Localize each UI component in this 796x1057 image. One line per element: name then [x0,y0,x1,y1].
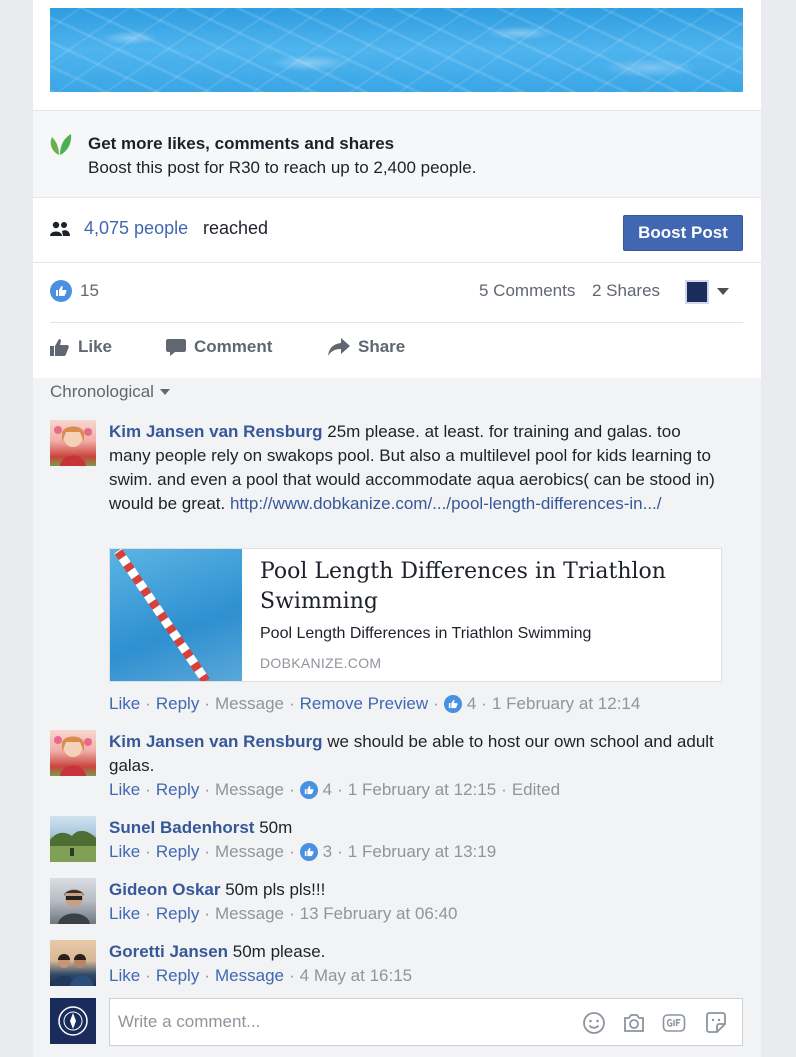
comment-body: Gideon Oskar 50m pls pls!!! [109,878,721,902]
like-reaction-icon[interactable] [50,280,72,302]
comment-reply-link[interactable]: Reply [156,904,199,924]
comment-meta: Like · Reply · Message · 3 · 1 February at 1… [109,842,497,862]
comment-message-link[interactable]: Message [215,966,284,986]
comment-reply-link[interactable]: Reply [156,966,199,986]
comment-body: Kim Jansen van Rensburg we should be abl… [109,730,721,778]
link-preview-subtitle: Pool Length Differences in Triathlon Swi… [260,625,592,642]
chevron-down-icon[interactable] [717,288,729,295]
comment-button-label: Comment [194,337,273,356]
comment-author[interactable]: Goretti Jansen [109,942,228,961]
comment-timestamp[interactable]: 4 May at 16:15 [300,966,412,986]
comment-link[interactable]: http://www.dobkanize.com/.../pool-length… [230,494,662,513]
comment-body: Sunel Badenhorst 50m [109,816,721,840]
link-preview-title: Pool Length Differences in Triathlon Swi… [260,559,666,614]
comment-edited-link[interactable]: Edited [512,780,560,800]
caret-down-icon [159,389,170,395]
boost-promo: Get more likes, comments and shares Boos… [33,110,761,198]
comment-meta: Like · Reply · Message · 4 May at 16:15 [109,966,413,986]
like-count[interactable]: 15 [80,281,99,301]
comment-like-link[interactable]: Like [109,694,140,714]
comment-reply-link[interactable]: Reply [156,780,199,800]
like-reaction-icon[interactable] [443,695,462,713]
comment-text: 50m please. [228,942,326,961]
like-reaction-icon[interactable] [299,781,318,799]
comment-reply-link[interactable]: Reply [156,842,199,862]
link-preview[interactable]: Pool Length Differences in Triathlon Swi… [109,548,722,682]
comment-body: Goretti Jansen 50m please. [109,940,721,964]
comment-text: 50m [254,818,293,837]
comment-input[interactable] [118,1009,558,1035]
comment-author[interactable]: Kim Jansen van Rensburg [109,732,323,751]
comment-like-count[interactable]: 4 [323,780,332,800]
boost-post-button[interactable]: Boost Post [623,215,743,251]
comment-like-link[interactable]: Like [109,966,140,986]
avatar[interactable] [50,940,96,986]
avatar[interactable] [50,730,96,776]
people-icon [50,221,70,236]
comments-section: Chronological Kim Jansen van Rensburg 25… [33,378,761,1057]
comment-meta: Like · Reply · Message · 4 · 1 February at 1… [109,780,561,800]
gif-icon[interactable] [662,1011,686,1035]
post-card: Get more likes, comments and shares Boos… [33,0,761,1057]
comment-message-link[interactable]: Message [215,842,284,862]
comment-like-link[interactable]: Like [109,904,140,924]
comment-message-link[interactable]: Message [215,780,284,800]
share-button-label: Share [358,337,406,356]
post-stats: 15 5 Comments 2 Shares [33,264,761,322]
comments-sort-dropdown[interactable]: Chronological [50,382,170,402]
comment-button[interactable]: Comment [166,337,272,357]
page-avatar[interactable] [50,998,96,1044]
comment-message-link[interactable]: Message [215,904,284,924]
comment-like-count[interactable]: 4 [467,694,476,714]
comment-composer[interactable] [109,998,743,1046]
comments-sort-label: Chronological [50,382,154,401]
comment-timestamp[interactable]: 1 February at 12:15 [348,780,496,800]
comment-like-count[interactable]: 3 [323,842,332,862]
emoji-icon[interactable] [582,1011,606,1035]
comment-icon [166,339,186,356]
camera-icon[interactable] [622,1011,646,1035]
comment-author[interactable]: Kim Jansen van Rensburg [109,422,323,441]
comment-author[interactable]: Gideon Oskar [109,880,220,899]
reach-count-link[interactable]: 4,075 people [84,218,188,239]
reach-label: reached [203,218,269,238]
share-arrow-icon [328,338,350,356]
comment-author[interactable]: Sunel Badenhorst [109,818,254,837]
share-button[interactable]: Share [328,337,405,357]
comment-reply-link[interactable]: Reply [156,694,199,714]
link-preview-domain: DOBKANIZE.COM [260,655,382,671]
avatar[interactable] [50,420,96,466]
comment-timestamp[interactable]: 1 February at 13:19 [348,842,496,862]
sticker-icon[interactable] [704,1011,728,1035]
comment-text: 50m pls pls!!! [220,880,326,899]
comment-meta: Like · Reply · Message · Remove Preview · 4 ·… [109,694,641,714]
post-image[interactable] [50,8,743,92]
link-preview-image [110,549,242,681]
comment-timestamp[interactable]: 1 February at 12:14 [492,694,640,714]
thumbs-up-icon [50,339,69,356]
shares-count-link[interactable]: 2 Shares [592,281,660,301]
like-button[interactable]: Like [50,337,112,357]
comment-meta: Like · Reply · Message · 13 February at 06:… [109,904,458,924]
comment-message-link[interactable]: Message [215,694,284,714]
comment-like-link[interactable]: Like [109,842,140,862]
comment-body: Kim Jansen van Rensburg 25m please. at l… [109,420,721,516]
boost-promo-subtitle: Boost this post for R30 to reach up to 2… [88,158,477,177]
page-identity-avatar[interactable] [685,280,709,304]
leaf-icon [50,134,72,155]
post-actions: Like Comment Share [50,322,743,378]
like-reaction-icon[interactable] [299,843,318,861]
remove-preview-link[interactable]: Remove Preview [300,694,429,714]
like-button-label: Like [78,337,113,356]
boost-promo-title: Get more likes, comments and shares [88,134,395,153]
comment-timestamp[interactable]: 13 February at 06:40 [300,904,458,924]
avatar[interactable] [50,816,96,862]
comments-count-link[interactable]: 5 Comments [479,281,575,301]
avatar[interactable] [50,878,96,924]
comment-like-link[interactable]: Like [109,780,140,800]
reach-row: 4,075 people reached Boost Post [33,199,761,263]
